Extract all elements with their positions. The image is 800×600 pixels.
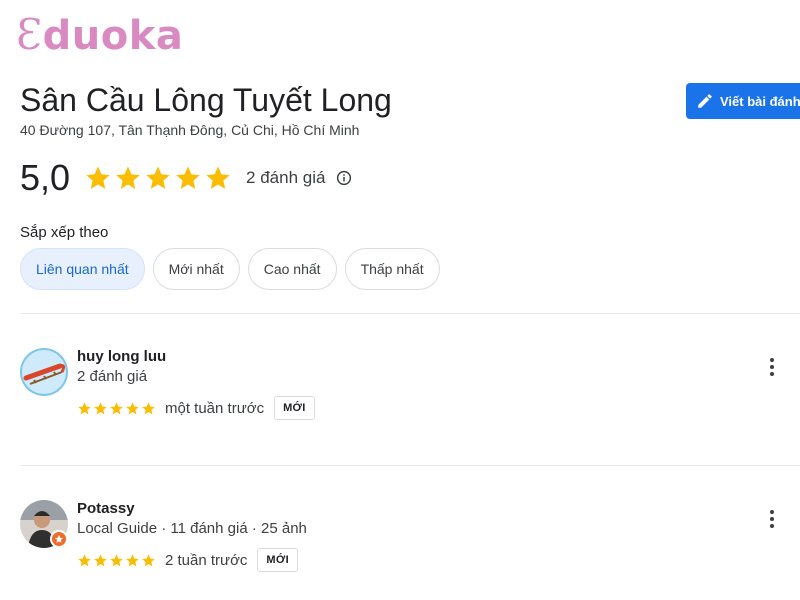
local-guide-badge <box>50 530 68 548</box>
new-badge: MỚI <box>274 396 315 420</box>
review-stars <box>77 553 156 568</box>
info-icon[interactable] <box>335 169 353 187</box>
star-icon <box>142 553 155 566</box>
reviewer-name[interactable]: Potassy <box>77 500 135 517</box>
star-icon <box>94 553 107 566</box>
write-review-label: Viết bài đánh <box>720 93 800 109</box>
eduoka-logo: Ɛduoka <box>16 13 184 59</box>
place-title: Sân Cầu Lông Tuyết Long <box>20 82 392 118</box>
sort-chip-highest[interactable]: Cao nhất <box>247 248 337 290</box>
star-icon <box>94 401 107 414</box>
star-icon <box>78 553 91 566</box>
review-stars <box>77 401 156 416</box>
sort-chip-relevant[interactable]: Liên quan nhất <box>20 248 145 290</box>
sort-chip-lowest[interactable]: Thấp nhất <box>344 248 440 290</box>
star-icon <box>110 553 123 566</box>
star-icon <box>54 534 64 543</box>
logo-first-letter: Ɛ <box>16 10 43 59</box>
sort-label: Sắp xếp theo <box>20 224 109 241</box>
review-count: 2 đánh giá <box>246 168 326 187</box>
star-icon <box>146 166 170 189</box>
star-icon <box>176 166 200 189</box>
sort-chips: Liên quan nhất Mới nhất Cao nhất Thấp nh… <box>20 248 440 290</box>
star-icon <box>110 401 123 414</box>
star-icon <box>126 401 139 414</box>
place-address: 40 Đường 107, Tân Thạnh Đông, Củ Chi, Hồ… <box>20 122 360 138</box>
reviewer-stats: 2 đánh giá <box>77 368 148 385</box>
logo-text: duoka <box>42 13 184 59</box>
average-rating: 5,0 <box>20 157 71 198</box>
more-vert-icon[interactable] <box>766 508 778 530</box>
star-icon <box>116 166 140 189</box>
star-icon <box>142 401 155 414</box>
write-review-button[interactable]: Viết bài đánh <box>686 83 800 119</box>
rating-stars <box>84 164 232 192</box>
review-time: 2 tuần trước <box>165 551 248 569</box>
divider <box>20 313 800 314</box>
more-vert-icon[interactable] <box>766 356 778 378</box>
divider <box>20 465 800 466</box>
review-meta: 2 tuần trước MỚI <box>77 548 298 572</box>
sort-chip-newest[interactable]: Mới nhất <box>152 248 240 290</box>
reviewer-avatar[interactable] <box>20 348 68 396</box>
review-time: một tuần trước <box>165 399 265 417</box>
star-icon <box>126 553 139 566</box>
sled-avatar <box>20 348 68 396</box>
star-icon <box>206 166 230 189</box>
new-badge: MỚI <box>257 548 298 572</box>
reviewer-stats: Local Guide · 11 đánh giá · 25 ảnh <box>77 520 307 537</box>
review-meta: một tuần trước MỚI <box>77 396 315 420</box>
pencil-icon <box>698 94 712 108</box>
star-icon <box>86 166 110 189</box>
star-icon <box>78 401 91 414</box>
reviewer-name[interactable]: huy long luu <box>77 348 166 365</box>
rating-summary: 5,0 2 đánh giá <box>20 160 353 196</box>
